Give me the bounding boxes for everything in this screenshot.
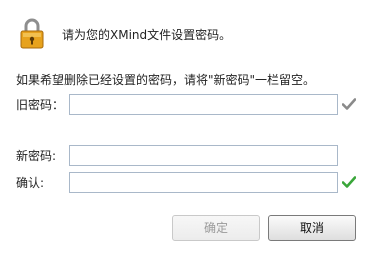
- old-password-check-icon: [342, 98, 356, 110]
- confirm-check-icon: [342, 176, 356, 188]
- cancel-button[interactable]: 取消: [268, 215, 356, 241]
- ok-button[interactable]: 确定: [172, 215, 260, 241]
- old-password-label: 旧密码：: [16, 98, 65, 112]
- new-password-input[interactable]: [69, 145, 338, 166]
- header-message: 请为您的XMind文件设置密码。: [62, 28, 232, 42]
- confirm-password-input[interactable]: [69, 172, 338, 193]
- new-password-label: 新密码:: [16, 149, 57, 163]
- confirm-label: 确认:: [16, 176, 45, 190]
- instruction-text: 如果希望删除已经设置的密码，请将"新密码"一栏留空。: [16, 73, 316, 87]
- old-password-input[interactable]: [69, 94, 338, 115]
- padlock-icon: [20, 18, 44, 49]
